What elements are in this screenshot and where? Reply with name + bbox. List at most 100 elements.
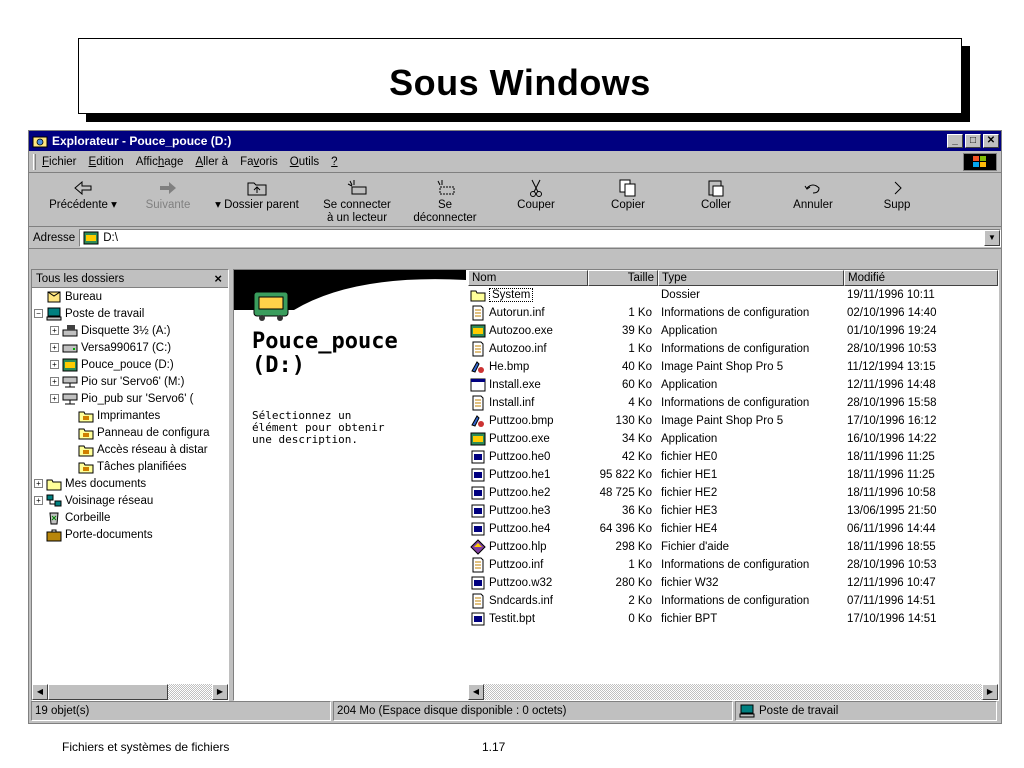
- copy-button[interactable]: Copier: [585, 177, 671, 212]
- forward-button[interactable]: Suivante: [135, 177, 201, 212]
- folder-tree-item[interactable]: + Pio_pub sur 'Servo6' (: [32, 390, 228, 407]
- expand-icon[interactable]: +: [50, 377, 59, 386]
- folder-tree-item-label: Disquette 3½ (A:): [81, 324, 171, 337]
- file-row[interactable]: Puttzoo.exe 34 Ko Application 16/10/1996 14…: [468, 430, 998, 448]
- file-row[interactable]: Puttzoo.w32 280 Ko fichier W32 12/11/1996 1…: [468, 574, 998, 592]
- file-name-cell: Autozoo.inf: [468, 341, 588, 357]
- menu-item[interactable]: Outils: [290, 156, 319, 168]
- file-row[interactable]: Install.inf 4 Ko Informations de configura…: [468, 394, 998, 412]
- drive-custom-icon: [83, 231, 99, 244]
- cut-button[interactable]: Couper: [489, 177, 583, 212]
- file-name: Puttzoo.he4: [489, 523, 551, 535]
- undo-label: Annuler: [793, 199, 833, 211]
- file-row[interactable]: Puttzoo.hlp 298 Ko Fichier d'aide 18/11/199…: [468, 538, 998, 556]
- title-bar[interactable]: Explorateur - Pouce_pouce (D:) _ □ ✕: [29, 131, 1001, 151]
- menu-item-text: oris: [259, 155, 278, 168]
- file-row[interactable]: Puttzoo.he1 95 822 Ko fichier HE1 18/11/199…: [468, 466, 998, 484]
- network-neighborhood-icon: [46, 494, 65, 508]
- drive-name-line-1: Pouce_pouce: [252, 329, 398, 354]
- menu-item[interactable]: Affichage: [136, 156, 184, 168]
- menu-item[interactable]: ?: [331, 156, 337, 168]
- tree-horizontal-scrollbar[interactable]: ◀ ▶: [32, 684, 228, 700]
- scroll-thumb[interactable]: [48, 684, 168, 700]
- scroll-right-button[interactable]: ▶: [982, 684, 998, 700]
- map-drive-button[interactable]: Se connecter à un lecteur: [313, 177, 401, 225]
- menu-item-text: ichier: [49, 155, 77, 168]
- file-row[interactable]: Testit.bpt 0 Ko fichier BPT 17/10/1996 14:5…: [468, 610, 998, 628]
- delete-button[interactable]: Supp: [867, 177, 927, 212]
- folder-tree-item[interactable]: + Mes documents: [32, 475, 228, 492]
- folder-tree-item[interactable]: Corbeille: [32, 509, 228, 526]
- folder-tree-item[interactable]: Bureau: [32, 288, 228, 305]
- file-row[interactable]: System Dossier 19/11/1996 10:11: [468, 286, 998, 304]
- column-header-type[interactable]: Type: [658, 270, 844, 286]
- folder-tree-item[interactable]: Porte-documents: [32, 526, 228, 543]
- folder-tree-item[interactable]: + Voisinage réseau: [32, 492, 228, 509]
- file-row[interactable]: He.bmp 40 Ko Image Paint Shop Pro 5 11/12/1…: [468, 358, 998, 376]
- folder-tree-item[interactable]: Imprimantes: [32, 407, 228, 424]
- back-button[interactable]: Précédente ▾: [33, 177, 133, 212]
- status-bar: 19 objet(s) 204 Mo (Espace disque dispon…: [31, 701, 999, 721]
- folder-tree-item[interactable]: + Pio sur 'Servo6' (M:): [32, 373, 228, 390]
- expand-icon[interactable]: +: [50, 394, 59, 403]
- expand-icon[interactable]: +: [50, 326, 59, 335]
- menu-item-text: utils: [298, 155, 320, 168]
- scroll-track[interactable]: [168, 684, 212, 700]
- system-folder-icon: [78, 409, 97, 423]
- collapse-icon[interactable]: −: [34, 309, 43, 318]
- undo-button[interactable]: Annuler: [761, 177, 865, 212]
- expand-icon[interactable]: +: [50, 360, 59, 369]
- file-size: 40 Ko: [621, 361, 652, 373]
- folder-tree-item-label: Corbeille: [65, 511, 111, 524]
- folder-tree-item[interactable]: + Versa990617 (C:): [32, 339, 228, 356]
- column-header-modified[interactable]: Modifié: [844, 270, 998, 286]
- maximize-button[interactable]: □: [965, 134, 981, 148]
- file-row[interactable]: Puttzoo.inf 1 Ko Informations de configura…: [468, 556, 998, 574]
- scroll-right-button[interactable]: ▶: [212, 684, 228, 700]
- expand-icon[interactable]: +: [50, 343, 59, 352]
- explorer-icon: [32, 136, 48, 148]
- expand-icon[interactable]: +: [34, 479, 43, 488]
- file-row[interactable]: Puttzoo.he3 36 Ko fichier HE3 13/06/1995 21…: [468, 502, 998, 520]
- file-row[interactable]: Puttzoo.bmp 130 Ko Image Paint Shop Pro 5 1…: [468, 412, 998, 430]
- scroll-left-button[interactable]: ◀: [468, 684, 484, 700]
- folder-tree-item[interactable]: + Pouce_pouce (D:): [32, 356, 228, 373]
- column-header-size[interactable]: Taille: [588, 270, 658, 286]
- file-icon: [470, 503, 489, 519]
- disconnect-drive-button[interactable]: Se déconnecter: [403, 177, 487, 225]
- file-row[interactable]: Puttzoo.he4 64 396 Ko fichier HE4 06/11/199…: [468, 520, 998, 538]
- folder-tree-item[interactable]: − Poste de travail: [32, 305, 228, 322]
- file-modified: 11/12/1994 13:15: [847, 361, 936, 373]
- scissors-icon: [528, 177, 544, 199]
- folder-tree-item[interactable]: Accès réseau à distar: [32, 441, 228, 458]
- minimize-button[interactable]: _: [947, 134, 963, 148]
- folder-tree-item[interactable]: + Disquette 3½ (A:): [32, 322, 228, 339]
- address-input[interactable]: D:\ ▼: [79, 228, 1001, 247]
- menu-item[interactable]: Aller à: [195, 156, 228, 168]
- column-header-name[interactable]: Nom: [468, 270, 588, 286]
- menu-grip[interactable]: [33, 153, 36, 170]
- file-icon: [470, 467, 489, 483]
- up-folder-button[interactable]: ▾ Dossier parent: [203, 177, 311, 212]
- folder-tree-item[interactable]: Panneau de configura: [32, 424, 228, 441]
- file-row[interactable]: Sndcards.inf 2 Ko Informations de configur…: [468, 592, 998, 610]
- file-row[interactable]: Autorun.inf 1 Ko Informations de configura…: [468, 304, 998, 322]
- menu-item[interactable]: Favoris: [240, 156, 278, 168]
- folder-tree-close-button[interactable]: ×: [214, 271, 222, 286]
- scroll-left-button[interactable]: ◀: [32, 684, 48, 700]
- close-button[interactable]: ✕: [983, 134, 999, 148]
- file-row[interactable]: Autozoo.inf 1 Ko Informations de configura…: [468, 340, 998, 358]
- menu-item[interactable]: Edition: [89, 156, 124, 168]
- paste-button[interactable]: Coller: [673, 177, 759, 212]
- file-row[interactable]: Install.exe 60 Ko Application 12/11/1996 14…: [468, 376, 998, 394]
- file-row[interactable]: Puttzoo.he0 42 Ko fichier HE0 18/11/1996 11…: [468, 448, 998, 466]
- file-row[interactable]: Puttzoo.he2 48 725 Ko fichier HE2 18/11/199…: [468, 484, 998, 502]
- expand-icon[interactable]: +: [34, 496, 43, 505]
- file-list-horizontal-scrollbar[interactable]: ◀ ▶: [468, 684, 998, 700]
- menu-item[interactable]: Fichier: [42, 156, 77, 168]
- menu-item-accelerator: ?: [331, 155, 338, 168]
- file-row[interactable]: Autozoo.exe 39 Ko Application 01/10/1996 19…: [468, 322, 998, 340]
- folder-tree-item[interactable]: Tâches planifiées: [32, 458, 228, 475]
- scroll-track[interactable]: [484, 684, 982, 700]
- address-dropdown-button[interactable]: ▼: [984, 229, 1000, 246]
